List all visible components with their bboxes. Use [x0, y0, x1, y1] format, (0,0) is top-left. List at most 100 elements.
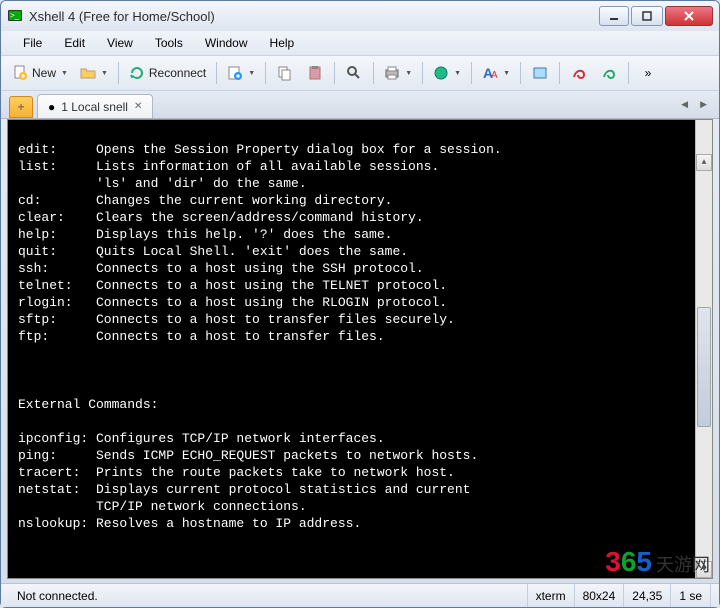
maximize-button[interactable]: [631, 6, 663, 26]
copy-button[interactable]: [271, 59, 299, 87]
menu-tools[interactable]: Tools: [145, 33, 193, 53]
separator: [265, 62, 266, 84]
properties-button[interactable]: ▼: [222, 59, 260, 87]
status-cursor-pos: 24,35: [624, 584, 671, 607]
palette-icon: [433, 65, 449, 81]
copy-icon: [277, 65, 293, 81]
menu-edit[interactable]: Edit: [54, 33, 95, 53]
statusbar: Not connected. xterm 80x24 24,35 1 se: [1, 583, 719, 607]
terminal-line: ftp:Connects to a host to transfer files…: [18, 328, 710, 345]
plus-icon: +: [17, 100, 24, 114]
scroll-down-button[interactable]: ▼: [696, 561, 712, 578]
terminal-line: cd:Changes the current working directory…: [18, 192, 710, 209]
svg-text:A: A: [491, 70, 498, 81]
chevron-down-icon: ▼: [503, 70, 510, 77]
terminal-line: rlogin:Connects to a host using the RLOG…: [18, 294, 710, 311]
chevron-down-icon: ▼: [405, 70, 412, 77]
separator: [118, 62, 119, 84]
menu-window[interactable]: Window: [195, 33, 258, 53]
printer-icon: [384, 65, 400, 81]
titlebar: >_ Xshell 4 (Free for Home/School): [1, 1, 719, 31]
tab-prev-button[interactable]: ◀: [677, 99, 692, 110]
fullscreen-icon: [532, 65, 548, 81]
xftp-button[interactable]: [595, 59, 623, 87]
separator: [559, 62, 560, 84]
swirl-green-icon: [601, 65, 617, 81]
font-button[interactable]: AA ▼: [477, 59, 515, 87]
terminal-line: ssh:Connects to a host using the SSH pro…: [18, 260, 710, 277]
separator: [373, 62, 374, 84]
terminal-line: help:Displays this help. '?' does the sa…: [18, 226, 710, 243]
terminal-line: ping:Sends ICMP ECHO_REQUEST packets to …: [18, 447, 710, 464]
terminal-line: TCP/IP network connections.: [18, 498, 710, 515]
terminal[interactable]: edit:Opens the Session Property dialog b…: [7, 119, 713, 579]
menu-view[interactable]: View: [97, 33, 143, 53]
separator: [422, 62, 423, 84]
search-icon: [346, 65, 362, 81]
properties-icon: [227, 65, 243, 81]
open-button[interactable]: ▼: [75, 59, 113, 87]
separator: [216, 62, 217, 84]
terminal-line: ipconfig:Configures TCP/IP network inter…: [18, 430, 710, 447]
svg-text:>_: >_: [10, 11, 20, 20]
status-termtype: xterm: [528, 584, 575, 607]
scroll-track[interactable]: [696, 137, 712, 561]
fullscreen-button[interactable]: [526, 59, 554, 87]
paste-icon: [307, 65, 323, 81]
chevron-right-icon: »: [645, 66, 652, 80]
menu-help[interactable]: Help: [260, 33, 305, 53]
reconnect-button[interactable]: Reconnect: [124, 59, 211, 87]
swirl-red-icon: [571, 65, 587, 81]
font-icon: AA: [482, 65, 498, 81]
terminal-line: nslookup:Resolves a hostname to IP addre…: [18, 515, 710, 532]
toolbar-overflow[interactable]: »: [634, 59, 662, 87]
reconnect-icon: [129, 65, 145, 81]
terminal-line: list:Lists information of all available …: [18, 158, 710, 175]
print-button[interactable]: ▼: [379, 59, 417, 87]
chevron-down-icon: ▼: [101, 70, 108, 77]
window-title: Xshell 4 (Free for Home/School): [29, 9, 599, 24]
colorscheme-button[interactable]: ▼: [428, 59, 466, 87]
scrollbar[interactable]: ▲ ▼: [695, 120, 712, 578]
status-sessions: 1 se: [671, 584, 711, 607]
menu-file[interactable]: File: [13, 33, 52, 53]
tab-close-icon[interactable]: ✕: [134, 101, 142, 112]
new-document-icon: [12, 65, 28, 81]
terminal-line: netstat:Displays current protocol statis…: [18, 481, 710, 498]
separator: [471, 62, 472, 84]
status-size: 80x24: [575, 584, 625, 607]
app-icon: >_: [7, 8, 23, 24]
status-connection: Not connected.: [9, 584, 528, 607]
chevron-down-icon: ▼: [61, 70, 68, 77]
tab-session[interactable]: ● 1 Local snell ✕: [37, 94, 153, 118]
paste-button[interactable]: [301, 59, 329, 87]
chevron-down-icon: ▼: [454, 70, 461, 77]
chevron-down-icon: ▼: [248, 70, 255, 77]
terminal-line: edit:Opens the Session Property dialog b…: [18, 141, 710, 158]
close-button[interactable]: [665, 6, 713, 26]
toolbar: New ▼ ▼ Reconnect ▼ ▼ ▼ AA ▼ »: [1, 55, 719, 91]
app-window: >_ Xshell 4 (Free for Home/School) File …: [0, 0, 720, 608]
menubar: File Edit View Tools Window Help: [1, 31, 719, 55]
minimize-button[interactable]: [599, 6, 629, 26]
window-controls: [599, 6, 713, 26]
terminal-line: telnet:Connects to a host using the TELN…: [18, 277, 710, 294]
external-commands-header: External Commands:: [18, 396, 710, 413]
terminal-line: 'ls' and 'dir' do the same.: [18, 175, 710, 192]
terminal-line: clear:Clears the screen/address/command …: [18, 209, 710, 226]
tab-next-button[interactable]: ▶: [696, 99, 711, 110]
search-button[interactable]: [340, 59, 368, 87]
terminal-line: sftp:Connects to a host to transfer file…: [18, 311, 710, 328]
scroll-thumb[interactable]: [697, 307, 711, 427]
separator: [334, 62, 335, 84]
xshell-button[interactable]: [565, 59, 593, 87]
new-button[interactable]: New ▼: [7, 59, 73, 87]
terminal-line: quit:Quits Local Shell. 'exit' does the …: [18, 243, 710, 260]
folder-open-icon: [80, 65, 96, 81]
bullet-icon: ●: [48, 100, 55, 114]
terminal-line: tracert:Prints the route packets take to…: [18, 464, 710, 481]
separator: [628, 62, 629, 84]
tabbar: + ● 1 Local snell ✕ ◀ ▶: [1, 91, 719, 119]
separator: [520, 62, 521, 84]
new-tab-button[interactable]: +: [9, 96, 33, 118]
